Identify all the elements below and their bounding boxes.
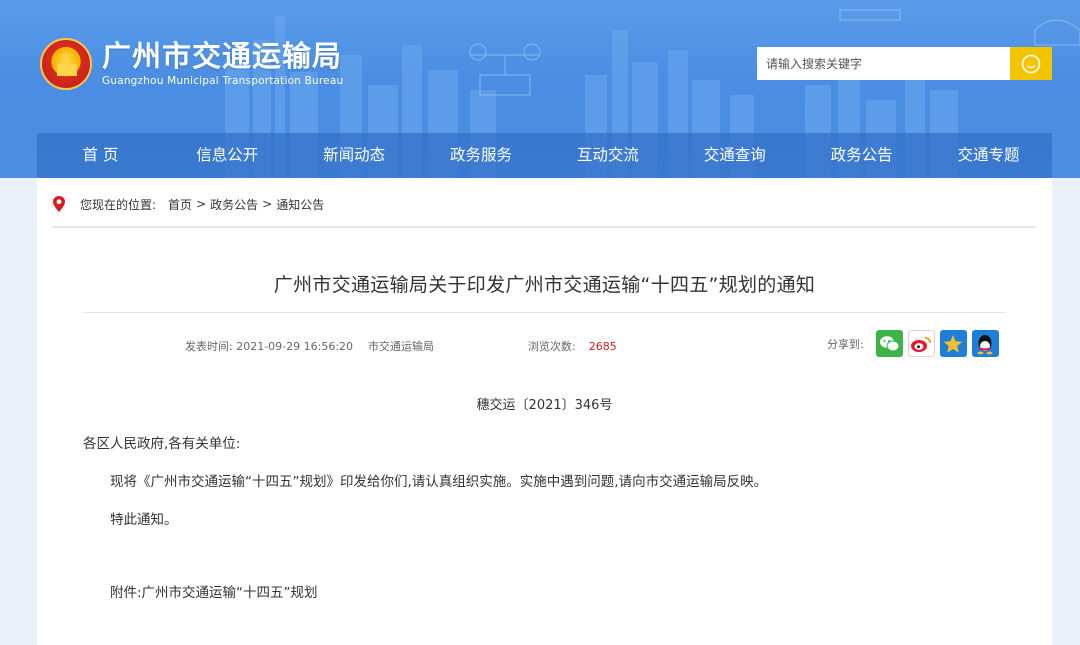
share-label: 分享到: (827, 337, 864, 351)
breadcrumb-prefix: 您现在的位置: (80, 197, 157, 212)
qzone-icon[interactable] (939, 330, 967, 357)
nav-item-announcements[interactable]: 政务公告 (798, 133, 925, 178)
article-source: 市交通运输局 (368, 340, 435, 353)
site-logo[interactable]: ★ 广州市交通运输局 Guangzhou Municipal Transport… (40, 38, 343, 90)
publish-time: 2021-09-29 16:56:20 (236, 340, 354, 353)
breadcrumb-announcements[interactable]: 政务公告 (210, 196, 258, 213)
search-button[interactable] (1010, 47, 1052, 80)
site-name-en: Guangzhou Municipal Transportation Burea… (102, 75, 344, 87)
nav-item-news[interactable]: 新闻动态 (291, 133, 418, 178)
document-number: 穗交运〔2021〕346号 (476, 398, 613, 413)
wechat-icon[interactable] (875, 330, 903, 357)
site-name-cn: 广州市交通运输局 (102, 39, 343, 73)
search-input[interactable] (757, 47, 1010, 80)
national-emblem-icon: ★ (40, 38, 92, 90)
breadcrumb-separator: > (196, 197, 207, 211)
nav-item-topics[interactable]: 交通专题 (925, 133, 1052, 178)
breadcrumb-home[interactable]: 首页 (168, 196, 192, 213)
publish-label: 发表时间: (185, 340, 233, 353)
nav-item-traffic-query[interactable]: 交通查询 (671, 133, 798, 178)
main-content: 您现在的位置: 首页 > 政务公告 > 通知公告 广州市交通运输局关于印发广州市… (37, 178, 1052, 645)
breadcrumb: 您现在的位置: 首页 > 政务公告 > 通知公告 (52, 194, 324, 214)
article-body: 现将《广州市交通运输“十四五”规划》印发给你们,请认真组织实施。实施中遇到问题,… (110, 474, 768, 490)
main-nav: 首 页 信息公开 新闻动态 政务服务 互动交流 交通查询 政务公告 交通专题 (37, 133, 1052, 178)
attachment-link[interactable]: 附件:广州市交通运输“十四五”规划 (110, 581, 318, 601)
salutation: 各区人民政府,各有关单位: (83, 436, 241, 452)
qq-icon[interactable] (971, 330, 999, 357)
breadcrumb-divider (52, 226, 1035, 228)
breadcrumb-notices[interactable]: 通知公告 (276, 196, 324, 213)
share-bar: 分享到: (827, 330, 1004, 357)
closing-text: 特此通知。 (110, 512, 178, 528)
nav-item-home[interactable]: 首 页 (37, 133, 164, 178)
breadcrumb-separator: > (262, 197, 273, 211)
view-count: 浏览次数: 2685 (528, 338, 617, 354)
title-divider (83, 312, 1006, 313)
location-pin-icon (52, 195, 66, 213)
publish-info: 发表时间: 2021-09-29 16:56:20 市交通运输局 (185, 338, 434, 354)
article-title: 广州市交通运输局关于印发广州市交通运输“十四五”规划的通知 (273, 274, 816, 296)
nav-item-info-disclosure[interactable]: 信息公开 (164, 133, 291, 178)
search-icon (1021, 54, 1041, 73)
views-label: 浏览次数: (528, 340, 576, 353)
search-box (757, 47, 1052, 80)
nav-item-gov-services[interactable]: 政务服务 (418, 133, 545, 178)
views-value: 2685 (588, 340, 617, 353)
nav-item-interaction[interactable]: 互动交流 (545, 133, 672, 178)
weibo-icon[interactable] (907, 330, 935, 357)
